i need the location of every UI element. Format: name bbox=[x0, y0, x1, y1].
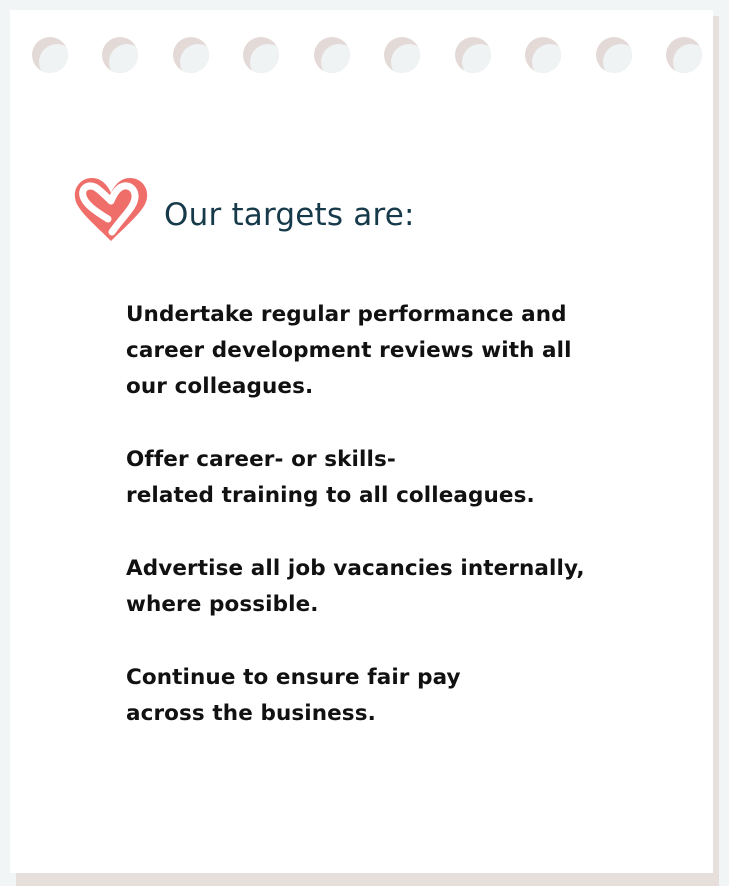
binder-holes bbox=[32, 37, 702, 75]
target-item: Undertake regular performance and career… bbox=[126, 297, 606, 405]
binder-hole-icon bbox=[595, 37, 632, 73]
target-text-line: Offer career- or skills- bbox=[126, 447, 396, 472]
page-title: Our targets are: bbox=[164, 197, 415, 233]
binder-hole-icon bbox=[525, 37, 562, 73]
target-text-line: our colleagues. bbox=[126, 374, 314, 399]
target-text-line: related training to all colleagues. bbox=[126, 483, 535, 508]
binder-hole-icon bbox=[243, 37, 280, 73]
heart-icon bbox=[74, 178, 148, 241]
targets-heading: Our targets are: bbox=[70, 168, 415, 248]
target-text-line: Advertise all job vacancies internally, bbox=[126, 556, 585, 581]
binder-hole-icon bbox=[384, 37, 421, 73]
target-text-line: Continue to ensure fair pay bbox=[126, 665, 461, 690]
target-item: Advertise all job vacancies internally, … bbox=[126, 551, 606, 623]
notebook-page: Our targets are: Undertake regular perfo… bbox=[10, 10, 713, 873]
binder-hole-icon bbox=[665, 37, 702, 73]
binder-hole-icon bbox=[172, 37, 209, 73]
target-item: Offer career- or skills- related trainin… bbox=[126, 442, 606, 514]
targets-list: Undertake regular performance and career… bbox=[126, 297, 606, 769]
target-text-line: career development reviews with all bbox=[126, 338, 572, 363]
binder-hole-icon bbox=[454, 37, 491, 73]
target-text-line: where possible. bbox=[126, 592, 319, 617]
target-text-line: Undertake regular performance and bbox=[126, 302, 567, 327]
binder-hole-icon bbox=[32, 37, 68, 73]
target-text-line: across the business. bbox=[126, 701, 376, 726]
binder-hole-icon bbox=[102, 37, 139, 73]
target-item: Continue to ensure fair pay across the b… bbox=[126, 660, 606, 732]
binder-hole-icon bbox=[313, 37, 350, 73]
